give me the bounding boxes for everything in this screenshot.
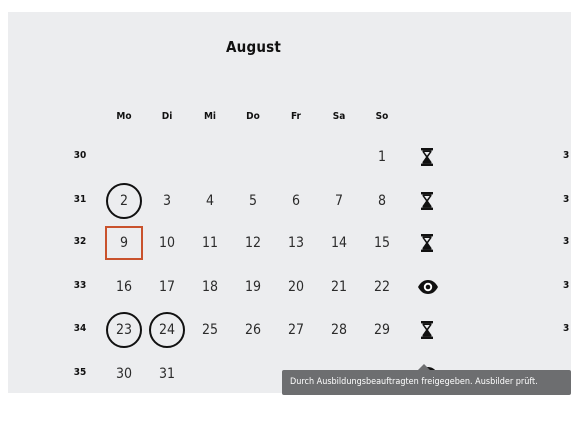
day-cell-9[interactable]: 9 (105, 226, 143, 260)
day-cell-30[interactable]: 30 (106, 356, 142, 392)
day-cell-5[interactable]: 5 (235, 183, 271, 219)
next-month-week-number: 3 (563, 280, 570, 291)
day-cell-23[interactable]: 23 (106, 312, 142, 348)
day-cell-22[interactable]: 22 (364, 269, 400, 305)
day-cell-10[interactable]: 10 (149, 225, 185, 261)
day-cell-19[interactable]: 19 (235, 269, 271, 305)
day-cell-27[interactable]: 27 (278, 312, 314, 348)
weekday-header-mo: Mo (116, 111, 132, 122)
day-cell-12[interactable]: 12 (235, 225, 271, 261)
week-number: 34 (73, 323, 87, 334)
weekday-header-fr: Fr (291, 111, 301, 122)
day-cell-28[interactable]: 28 (321, 312, 357, 348)
weekday-header-do: Do (246, 111, 260, 122)
hourglass-icon[interactable] (417, 191, 437, 211)
day-cell-4[interactable]: 4 (192, 183, 228, 219)
week-number: 31 (73, 194, 87, 205)
weekday-header-mi: Mi (203, 111, 217, 122)
day-cell-31[interactable]: 31 (149, 356, 185, 392)
day-cell-8[interactable]: 8 (364, 183, 400, 219)
day-cell-3[interactable]: 3 (149, 183, 185, 219)
day-cell-15[interactable]: 15 (364, 225, 400, 261)
weekday-header-di: Di (161, 111, 173, 122)
day-cell-17[interactable]: 17 (149, 269, 185, 305)
day-cell-16[interactable]: 16 (106, 269, 142, 305)
next-month-week-number: 3 (563, 194, 570, 205)
day-cell-29[interactable]: 29 (364, 312, 400, 348)
eye-icon[interactable] (417, 277, 438, 297)
day-cell-2[interactable]: 2 (106, 183, 142, 219)
hourglass-icon[interactable] (417, 233, 437, 253)
day-cell-18[interactable]: 18 (192, 269, 228, 305)
day-cell-14[interactable]: 14 (321, 225, 357, 261)
day-cell-1[interactable]: 1 (364, 139, 400, 175)
week-number: 33 (73, 280, 87, 291)
next-month-week-number: 3 (563, 236, 570, 247)
month-title: August (226, 38, 282, 56)
weekday-header-sa: Sa (332, 111, 346, 122)
day-cell-20[interactable]: 20 (278, 269, 314, 305)
hourglass-icon[interactable] (417, 320, 437, 340)
day-cell-24[interactable]: 24 (149, 312, 185, 348)
day-cell-7[interactable]: 7 (321, 183, 357, 219)
next-month-week-number: 3 (563, 150, 570, 161)
status-tooltip: Durch Ausbildungsbeauftragten freigegebe… (282, 370, 571, 395)
hourglass-icon[interactable] (417, 147, 437, 167)
next-month-week-number: 3 (563, 323, 570, 334)
day-cell-13[interactable]: 13 (278, 225, 314, 261)
week-number: 30 (73, 150, 87, 161)
weekday-header-so: So (375, 111, 389, 122)
day-cell-6[interactable]: 6 (278, 183, 314, 219)
week-number: 35 (73, 367, 87, 378)
day-cell-25[interactable]: 25 (192, 312, 228, 348)
week-number: 32 (73, 236, 87, 247)
day-cell-26[interactable]: 26 (235, 312, 271, 348)
day-cell-11[interactable]: 11 (192, 225, 228, 261)
day-cell-21[interactable]: 21 (321, 269, 357, 305)
